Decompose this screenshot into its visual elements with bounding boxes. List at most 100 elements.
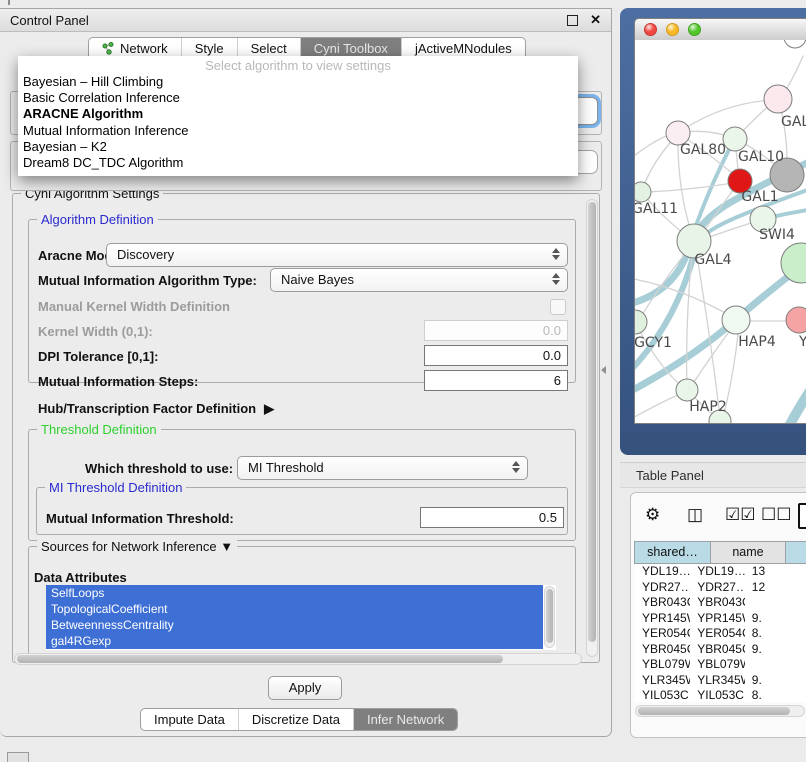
table-cell: YBL079W: [690, 657, 745, 673]
node-label-gal80: GAL80: [680, 142, 726, 158]
network-node[interactable]: [723, 127, 747, 151]
close-traffic-light[interactable]: [644, 23, 657, 36]
network-window-titlebar: [635, 19, 806, 41]
sources-title-text: Sources for Network Inference: [41, 539, 217, 554]
network-node[interactable]: [764, 85, 792, 113]
list-vertical-scrollbar[interactable]: [544, 586, 555, 648]
select-all-checkboxes-icon[interactable]: ☑☑: [725, 504, 755, 526]
manual-kernel-width-checkbox[interactable]: [550, 299, 566, 315]
table-row[interactable]: YDR27…YDR27…12: [635, 580, 806, 596]
network-node[interactable]: [784, 40, 806, 48]
scrollbar-thumb[interactable]: [546, 589, 553, 643]
table-row[interactable]: YER054CYER054C8.: [635, 626, 806, 642]
table-cell: 9.: [745, 611, 806, 627]
which-threshold-select[interactable]: MI Threshold: [237, 456, 528, 480]
network-node[interactable]: [676, 379, 698, 401]
table-row[interactable]: YIL053CYIL053C8.: [635, 688, 806, 702]
tab-impute-data[interactable]: Impute Data: [141, 709, 238, 730]
attribute-item-topologicalcoefficient[interactable]: TopologicalCoefficient: [46, 601, 543, 617]
apply-button[interactable]: Apply: [268, 676, 342, 700]
network-view-window: GALGAL80GAL10GAL1GAL11SWI4GAL4GCY1HAP4YH…: [634, 18, 806, 424]
column-header-shared[interactable]: shared…: [634, 541, 711, 564]
table-cell: YDR27…: [690, 580, 745, 596]
application-root: Control Panel ✕ NetworkStyleSelectCyni T…: [0, 0, 806, 762]
table-cell: YER054C: [635, 626, 690, 642]
node-label-gal11: GAL11: [635, 201, 678, 217]
tab-discretize-data[interactable]: Discretize Data: [238, 709, 353, 730]
table-row[interactable]: YBR043CYBR043C: [635, 595, 806, 611]
column-header-a[interactable]: A: [785, 541, 806, 564]
attribute-item-gal4rgexp[interactable]: gal4RGexp: [46, 633, 543, 649]
settings-vertical-scrollbar[interactable]: [586, 199, 598, 657]
deselect-checkboxes-icon[interactable]: ☐☐: [761, 504, 791, 526]
network-node[interactable]: [722, 306, 750, 334]
splitpane-collapse-arrow[interactable]: [601, 366, 606, 374]
attribute-item-selfloops[interactable]: SelfLoops: [46, 585, 543, 601]
table-function-icon[interactable]: [798, 503, 806, 529]
mi-steps-field[interactable]: 6: [424, 370, 568, 391]
table-row[interactable]: YLR345WYLR345W9.: [635, 673, 806, 689]
network-node[interactable]: [635, 310, 647, 334]
column-header-name[interactable]: name: [710, 541, 786, 564]
table-row[interactable]: YBL079WYBL079W: [635, 657, 806, 673]
collapsed-panel-icon[interactable]: [7, 752, 29, 762]
table-cell: YLR345W: [690, 673, 745, 689]
table-cell: YLR345W: [635, 673, 690, 689]
table-cell: [745, 595, 806, 611]
control-panel-titlebar: Control Panel ✕: [0, 9, 611, 32]
table-cell: YER054C: [690, 626, 745, 642]
mi-threshold-definition-title: MI Threshold Definition: [45, 480, 186, 495]
network-edge: [647, 182, 739, 192]
tab-infer-network[interactable]: Infer Network: [353, 709, 457, 730]
node-label-y: Y: [798, 334, 806, 350]
table-cell: YDR27…: [635, 580, 690, 596]
scrollbar-thumb[interactable]: [588, 202, 596, 642]
hub-definition-toggle[interactable]: Hub/Transcription Factor Definition▶: [38, 401, 274, 417]
network-node[interactable]: [635, 182, 651, 202]
algorithm-option-aracne-algorithm[interactable]: ARACNE Algorithm: [18, 106, 578, 122]
node-label-gal1: GAL1: [741, 189, 778, 205]
algorithm-option-mutual-information-inference[interactable]: Mutual Information Inference: [18, 123, 578, 139]
float-window-icon[interactable]: [567, 15, 578, 26]
split-columns-icon[interactable]: ◫: [687, 504, 703, 526]
scrollbar-thumb[interactable]: [638, 707, 790, 715]
mi-algorithm-type-label: Mutual Information Algorithm Type:: [38, 273, 257, 288]
table-row[interactable]: YBR045CYBR045C9.: [635, 642, 806, 658]
algorithm-option-bayesian-k2[interactable]: Bayesian – K2: [18, 139, 578, 155]
network-node[interactable]: [786, 307, 806, 333]
table-cell: YIL053C: [690, 688, 745, 702]
table-row[interactable]: YPR145WYPR145W9.: [635, 611, 806, 627]
mi-steps-label: Mutual Information Steps:: [38, 374, 198, 389]
mi-threshold-field[interactable]: 0.5: [420, 507, 564, 528]
table-cell: 9.: [745, 642, 806, 658]
table-cell: 8.: [745, 688, 806, 702]
aracne-mode-select[interactable]: Discovery: [106, 243, 568, 267]
table-body: YDL19…YDL19…13YDR27…YDR27…12YBR043CYBR04…: [635, 564, 806, 702]
threshold-definition-title: Threshold Definition: [37, 422, 161, 437]
table-row[interactable]: YDL19…YDL19…13: [635, 564, 806, 580]
dpi-tolerance-field[interactable]: 0.0: [424, 345, 568, 366]
manual-kernel-width-label: Manual Kernel Width Definition: [38, 299, 230, 314]
minimize-traffic-light[interactable]: [666, 23, 679, 36]
settings-horizontal-scrollbar[interactable]: [14, 653, 582, 665]
table-cell: YPR145W: [690, 611, 745, 627]
scrollbar-thumb[interactable]: [17, 655, 503, 663]
data-attributes-label: Data Attributes: [34, 570, 127, 585]
zoom-traffic-light[interactable]: [688, 23, 701, 36]
table-horizontal-scrollbar[interactable]: [635, 705, 805, 717]
kernel-width-field[interactable]: 0.0: [424, 320, 568, 341]
attribute-item-betweennesscentrality[interactable]: BetweennessCentrality: [46, 617, 543, 633]
network-canvas[interactable]: GALGAL80GAL10GAL1GAL11SWI4GAL4GCY1HAP4YH…: [635, 40, 806, 423]
sources-group-title[interactable]: Sources for Network Inference ▼: [37, 539, 237, 554]
algorithm-option-basic-correlation-inference[interactable]: Basic Correlation Inference: [18, 90, 578, 106]
table-cell: 9.: [745, 673, 806, 689]
algorithm-option-bayesian-hill-climbing[interactable]: Bayesian – Hill Climbing: [18, 74, 578, 90]
table-header-row: shared…nameA: [635, 541, 806, 564]
aracne-mode-value: Discovery: [117, 247, 174, 262]
mi-algorithm-type-select[interactable]: Naive Bayes: [270, 268, 568, 292]
algorithm-option-dream8-dc-tdc-algorithm[interactable]: Dream8 DC_TDC Algorithm: [18, 155, 578, 171]
network-edge: [695, 244, 720, 418]
settings-gear-icon[interactable]: ⚙: [645, 504, 660, 526]
mi-algorithm-type-value: Naive Bayes: [281, 272, 354, 287]
close-panel-icon[interactable]: ✕: [590, 12, 601, 28]
